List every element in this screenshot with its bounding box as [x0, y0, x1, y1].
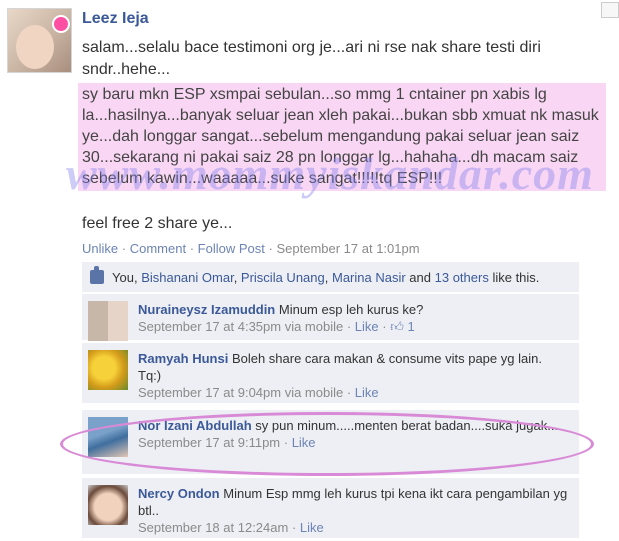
comment-body: Nercy Ondon Minum Esp mmg leh kurus tpi …	[138, 485, 568, 536]
comment-body: Nuraineysz Izamuddin Minum esp leh kurus…	[138, 301, 568, 335]
liker-name[interactable]: Priscila Unang	[241, 270, 325, 285]
like-count-icon[interactable]: 👍︎	[390, 319, 404, 334]
comment-body: Ramyah Hunsi Boleh share cara makan & co…	[138, 350, 568, 401]
comment-timestamp[interactable]: September 17 at 4:35pm via mobile	[138, 319, 343, 334]
highlight-circle-annotation	[60, 412, 594, 476]
author-avatar[interactable]	[7, 8, 72, 73]
likes-and: and	[409, 270, 431, 285]
comment-timestamp[interactable]: September 18 at 12:24am	[138, 520, 288, 535]
post-author[interactable]: Leez Ieja	[82, 10, 149, 28]
separator: ·	[121, 241, 127, 256]
watermark: www.mommyiskandar.com	[66, 148, 594, 199]
comment-like-count[interactable]: 1	[407, 319, 414, 334]
close-icon[interactable]	[601, 2, 619, 18]
likes-summary: You, Bishanani Omar, Priscila Unang, Mar…	[82, 262, 579, 292]
liker-name[interactable]: Marina Nasir	[332, 270, 406, 285]
likes-you: You,	[112, 270, 138, 285]
comment-item: Nercy Ondon Minum Esp mmg leh kurus tpi …	[82, 478, 579, 538]
post-timestamp[interactable]: September 17 at 1:01pm	[276, 241, 419, 256]
post-actions: Unlike · Comment · Follow Post · Septemb…	[82, 241, 420, 256]
comment-meta: September 18 at 12:24am · Like	[138, 520, 324, 535]
likes-tail: like this.	[492, 270, 540, 285]
commenter-name[interactable]: Nercy Ondon	[138, 486, 220, 501]
comment-meta: September 17 at 4:35pm via mobile · Like…	[138, 319, 415, 334]
avatar-bow	[52, 15, 70, 33]
comment-like-link[interactable]: Like	[300, 520, 324, 535]
likes-text: You, Bishanani Omar, Priscila Unang, Mar…	[112, 270, 540, 285]
unlike-link[interactable]: Unlike	[82, 241, 118, 256]
comment-like-link[interactable]: Like	[355, 319, 379, 334]
comment-timestamp[interactable]: September 17 at 9:04pm via mobile	[138, 385, 343, 400]
commenter-avatar[interactable]	[88, 485, 128, 525]
follow-post-link[interactable]: Follow Post	[198, 241, 265, 256]
commenter-name[interactable]: Ramyah Hunsi	[138, 351, 228, 366]
liker-name[interactable]: Bishanani Omar	[141, 270, 234, 285]
separator: ·	[268, 241, 273, 256]
comment-link[interactable]: Comment	[130, 241, 186, 256]
comment-item: Nuraineysz Izamuddin Minum esp leh kurus…	[82, 294, 579, 341]
commenter-name[interactable]: Nuraineysz Izamuddin	[138, 302, 275, 317]
comment-text: Minum esp leh kurus ke?	[278, 302, 424, 317]
comment-meta: September 17 at 9:04pm via mobile · Like	[138, 385, 379, 400]
post-intro: salam...selalu bace testimoni org je...a…	[82, 39, 541, 78]
likes-others-link[interactable]: 13 others	[435, 270, 489, 285]
commenter-avatar[interactable]	[88, 350, 128, 390]
commenter-avatar[interactable]	[88, 301, 128, 341]
comment-like-link[interactable]: Like	[355, 385, 379, 400]
post-closing-line: feel free 2 share ye...	[82, 215, 233, 232]
separator: ·	[189, 241, 195, 256]
comment-item: Ramyah Hunsi Boleh share cara makan & co…	[82, 343, 579, 403]
avatar-face	[16, 25, 54, 69]
thumbs-up-icon	[90, 266, 104, 284]
